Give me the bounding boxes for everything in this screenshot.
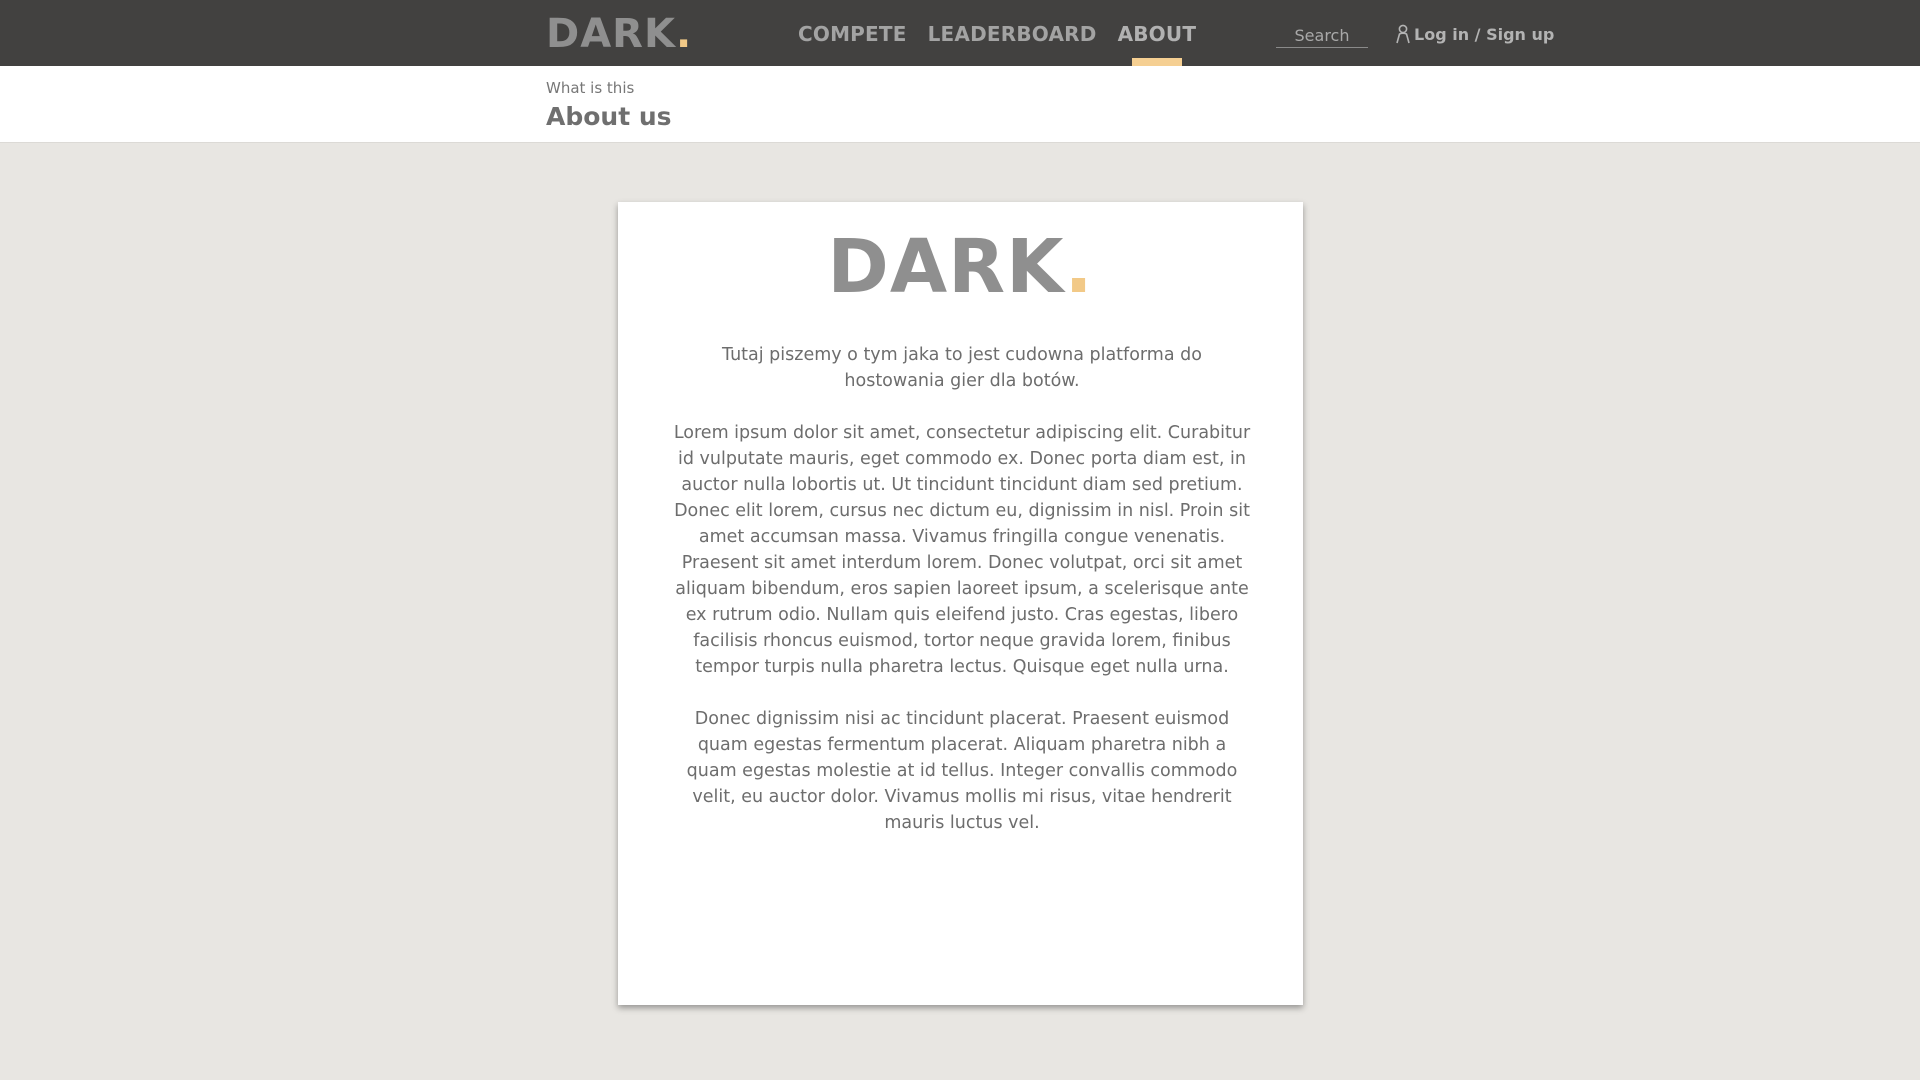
about-text: Tutaj piszemy o tym jaka to jest cudowna… <box>672 342 1252 862</box>
card-logo-text: DARK <box>827 224 1065 310</box>
nav-item-compete[interactable]: COMPETE <box>788 0 917 66</box>
nav-item-label: COMPETE <box>798 22 907 46</box>
brand-logo-text: DARK <box>546 11 676 57</box>
active-indicator <box>1131 58 1182 66</box>
page-title: About us <box>546 102 672 131</box>
nav-item-about[interactable]: ABOUT <box>1108 0 1207 66</box>
card-logo: DARK. <box>618 224 1303 310</box>
user-icon <box>1396 24 1410 44</box>
top-navigation-bar: DARK. COMPETE LEADERBOARD ABOUT Log in /… <box>0 0 1920 66</box>
main-nav: COMPETE LEADERBOARD ABOUT <box>788 0 1207 66</box>
nav-item-label: ABOUT <box>1117 22 1197 46</box>
nav-item-leaderboard[interactable]: LEADERBOARD <box>918 0 1107 66</box>
page-header: What is this About us <box>0 66 1920 143</box>
search-input[interactable] <box>1276 24 1368 48</box>
about-paragraph: Donec dignissim nisi ac tincidunt placer… <box>686 709 1238 833</box>
brand-logo[interactable]: DARK. <box>546 12 692 56</box>
about-paragraph: Lorem ipsum dolor sit amet, consectetur … <box>673 423 1251 677</box>
about-paragraph: Tutaj piszemy o tym jaka to jest cudowna… <box>722 345 1202 391</box>
nav-item-label: LEADERBOARD <box>927 22 1097 46</box>
about-card: DARK. Tutaj piszemy o tym jaka to jest c… <box>618 202 1303 1005</box>
page-eyebrow: What is this <box>546 79 635 97</box>
card-logo-dot: . <box>1064 224 1094 310</box>
login-label: Log in / Sign up <box>1414 24 1555 44</box>
login-signup-link[interactable]: Log in / Sign up <box>1396 24 1554 44</box>
brand-logo-dot: . <box>675 11 693 57</box>
